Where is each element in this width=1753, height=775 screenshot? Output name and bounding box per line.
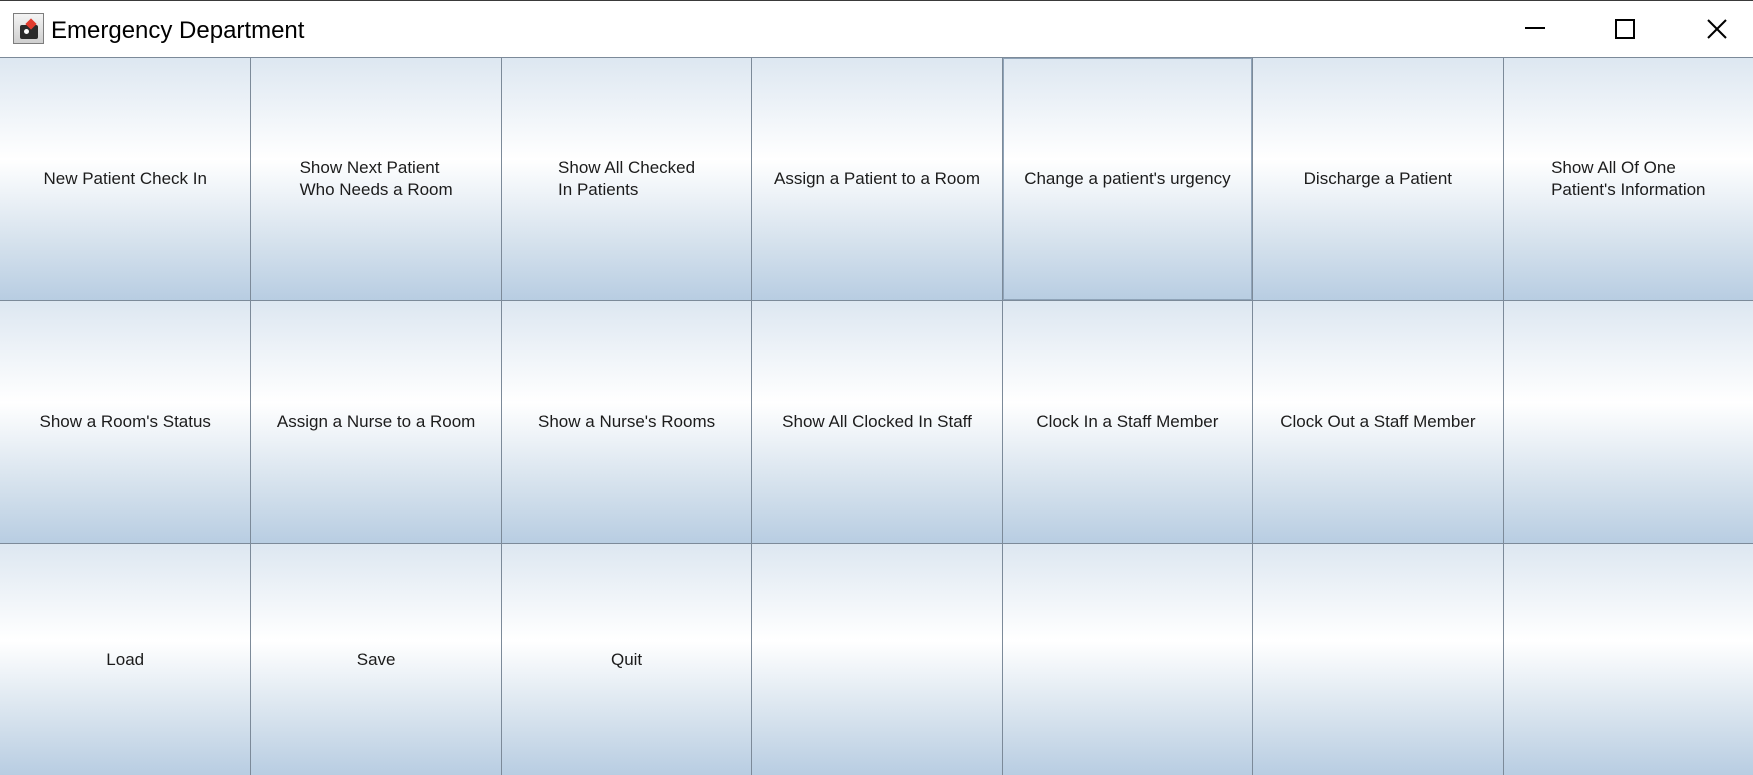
save-button[interactable]: Save (250, 543, 501, 775)
assign-patient-to-room-button[interactable]: Assign a Patient to a Room (751, 57, 1002, 300)
blank-button[interactable] (751, 543, 1002, 775)
maximize-icon (1615, 19, 1635, 39)
title-bar[interactable]: Emergency Department (0, 1, 1753, 57)
assign-nurse-to-room-button[interactable]: Assign a Nurse to a Room (250, 300, 501, 543)
show-room-status-button[interactable]: Show a Room's Status (0, 300, 251, 543)
quit-button[interactable]: Quit (500, 543, 752, 775)
blank-button[interactable] (1001, 543, 1253, 775)
clock-in-staff-button[interactable]: Clock In a Staff Member (1001, 300, 1253, 543)
change-patient-urgency-button[interactable]: Change a patient's urgency (1001, 57, 1253, 300)
discharge-patient-button[interactable]: Discharge a Patient (1252, 57, 1503, 300)
window-title: Emergency Department (51, 17, 305, 44)
app-window: Emergency Department New Patient Check I… (0, 0, 1753, 775)
blank-button[interactable] (1502, 543, 1753, 775)
close-icon (1707, 19, 1727, 39)
show-all-checked-in-patients-button[interactable]: Show All Checked In Patients (500, 57, 752, 300)
show-all-clocked-in-staff-button[interactable]: Show All Clocked In Staff (751, 300, 1002, 543)
menu-button-grid: New Patient Check In Show Next Patient W… (0, 57, 1753, 775)
minimize-button[interactable] (1505, 1, 1565, 57)
show-nurse-rooms-button[interactable]: Show a Nurse's Rooms (500, 300, 752, 543)
maximize-button[interactable] (1595, 1, 1655, 57)
minimize-icon (1525, 27, 1545, 29)
java-duke-icon (13, 13, 44, 44)
show-next-patient-button[interactable]: Show Next Patient Who Needs a Room (250, 57, 501, 300)
new-patient-check-in-button[interactable]: New Patient Check In (0, 57, 251, 300)
clock-out-staff-button[interactable]: Clock Out a Staff Member (1252, 300, 1503, 543)
blank-button[interactable] (1252, 543, 1503, 775)
blank-button[interactable] (1502, 300, 1753, 543)
load-button[interactable]: Load (0, 543, 251, 775)
show-patient-information-button[interactable]: Show All Of One Patient's Information (1502, 57, 1753, 300)
close-button[interactable] (1687, 1, 1747, 57)
